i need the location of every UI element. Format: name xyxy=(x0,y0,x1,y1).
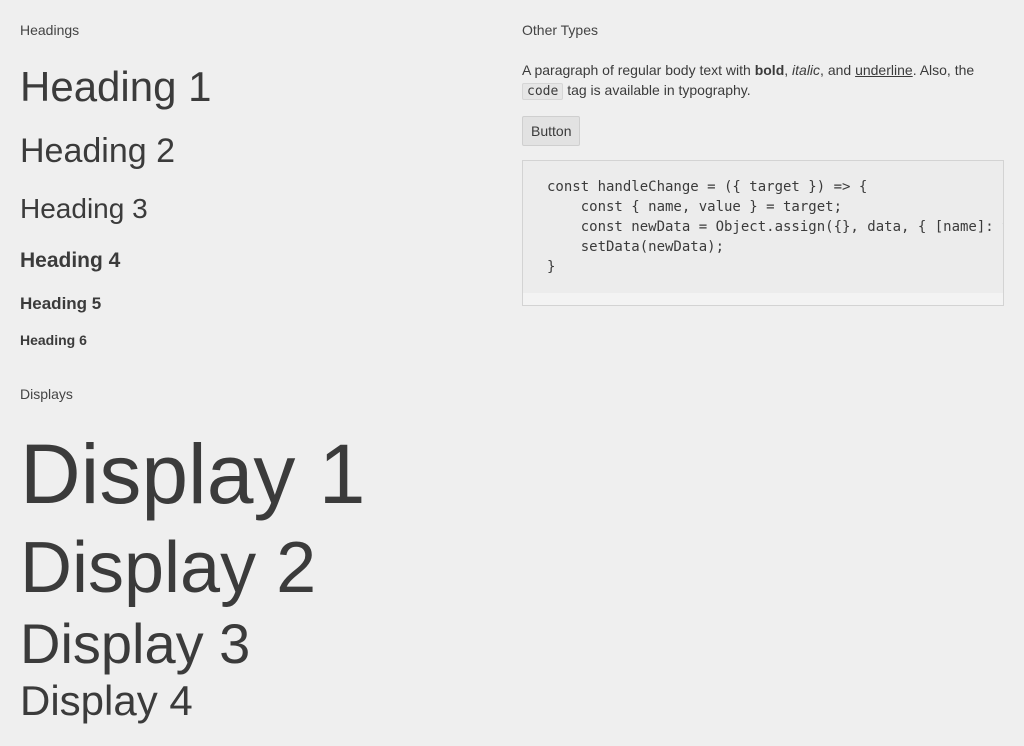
display-1: Display 1 xyxy=(20,427,366,521)
display-4: Display 4 xyxy=(20,677,193,724)
display-2: Display 2 xyxy=(20,528,317,608)
heading-6: Heading 6 xyxy=(20,332,87,348)
display-3: Display 3 xyxy=(20,612,251,675)
inline-code: code xyxy=(522,83,564,100)
paragraph-text-3: , and xyxy=(820,62,856,78)
typography-page: Headings Heading 1 Heading 2 Heading 3 H… xyxy=(0,0,1024,746)
body-paragraph: A paragraph of regular body text with bo… xyxy=(522,60,1004,102)
displays-section-label: Displays xyxy=(20,386,73,402)
underline-text: underline xyxy=(855,62,913,78)
other-types-section-label: Other Types xyxy=(522,22,599,38)
paragraph-text-2: , xyxy=(784,62,793,78)
heading-2: Heading 2 xyxy=(20,132,176,170)
heading-4: Heading 4 xyxy=(20,249,121,272)
heading-5: Heading 5 xyxy=(20,294,102,313)
code-block-text: const handleChange = ({ target }) => { c… xyxy=(547,179,1003,275)
bold-text: bold xyxy=(754,62,785,78)
demo-button[interactable]: Button xyxy=(522,116,581,146)
heading-1: Heading 1 xyxy=(20,63,212,110)
headings-section-label: Headings xyxy=(20,22,80,38)
paragraph-text-4: . Also, the xyxy=(912,62,975,78)
code-block-content-area: const handleChange = ({ target }) => { c… xyxy=(523,161,1003,293)
paragraph-text-5: tag is available in typography. xyxy=(563,82,751,98)
paragraph-text-1: A paragraph of regular body text with xyxy=(522,62,755,78)
italic-text: italic xyxy=(792,62,821,78)
heading-3: Heading 3 xyxy=(20,193,148,224)
code-block[interactable]: const handleChange = ({ target }) => { c… xyxy=(522,160,1004,306)
